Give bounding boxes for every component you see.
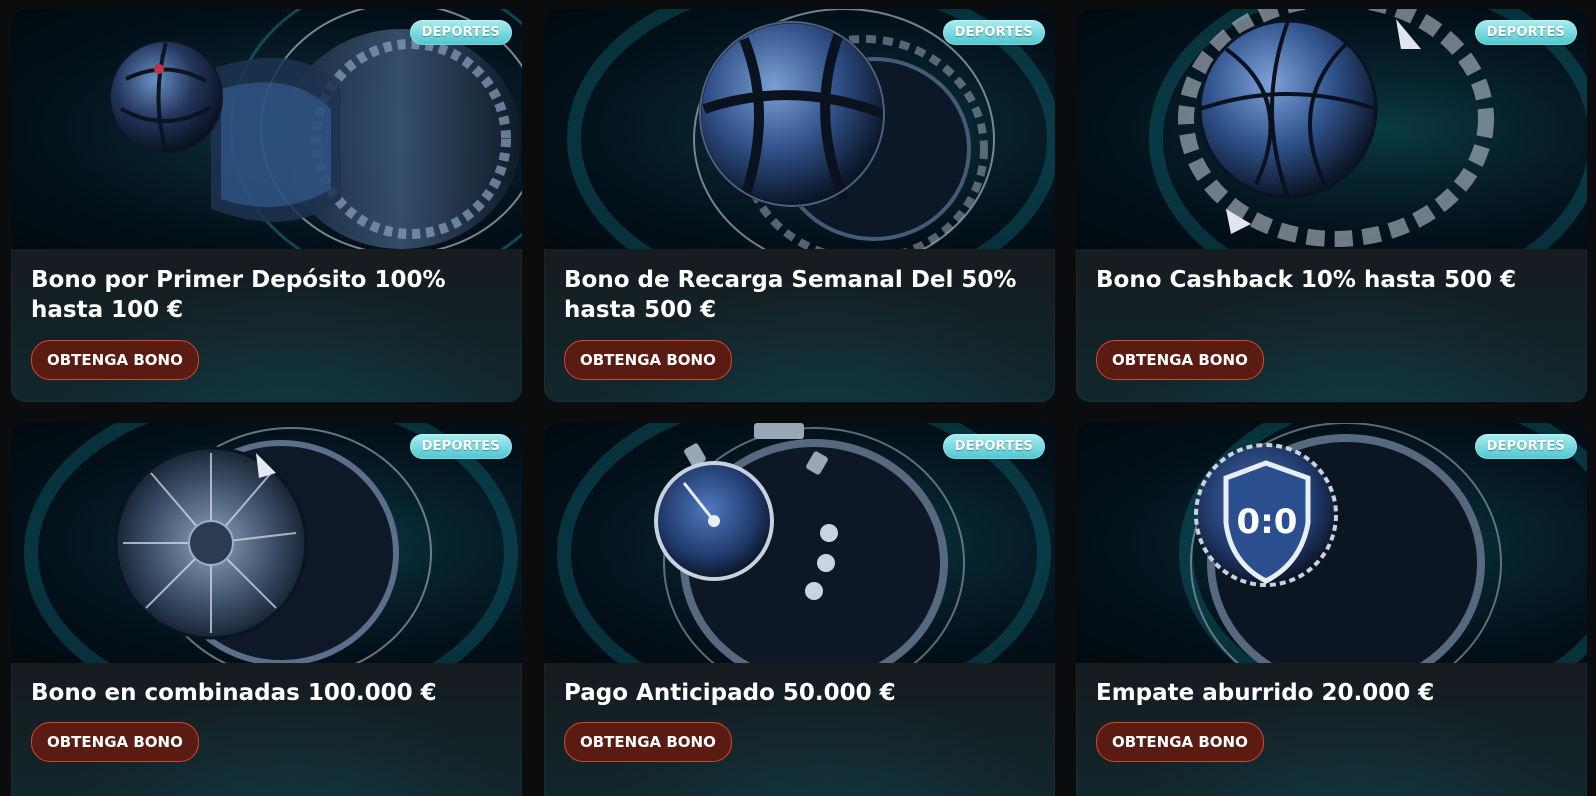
get-bonus-button[interactable]: OBTENGA BONO — [31, 722, 199, 762]
card-body: Bono de Recarga Semanal Del 50% hasta 50… — [544, 249, 1055, 402]
category-badge: DEPORTES — [409, 434, 512, 459]
basketball-icon — [1149, 9, 1587, 249]
bonus-card-boring-draw[interactable]: 0:0 DEPORTES Empate aburrido 20.000 € OB… — [1076, 423, 1587, 796]
bonus-title: Bono Cashback 10% hasta 500 € — [1096, 267, 1517, 293]
bonus-card-combined-bets[interactable]: DEPORTES Bono en combinadas 100.000 € OB… — [11, 423, 522, 796]
bonus-title: Bono de Recarga Semanal Del 50% hasta 50… — [564, 267, 1017, 323]
shield-icon: 0:0 — [1179, 423, 1587, 663]
get-bonus-button[interactable]: OBTENGA BONO — [564, 340, 732, 380]
get-bonus-button[interactable]: OBTENGA BONO — [564, 722, 732, 762]
card-artwork: 0:0 DEPORTES — [1076, 423, 1587, 663]
card-body: Bono en combinadas 100.000 € OBTENGA BON… — [11, 663, 522, 796]
category-badge: DEPORTES — [942, 434, 1045, 459]
card-artwork: DEPORTES — [544, 9, 1055, 249]
soccer-ball-roulette-icon — [109, 9, 522, 249]
card-artwork: DEPORTES — [544, 423, 1055, 663]
card-artwork: DEPORTES — [11, 423, 522, 663]
category-badge: DEPORTES — [1474, 434, 1577, 459]
bonus-card-cashback[interactable]: DEPORTES Bono Cashback 10% hasta 500 € O… — [1076, 9, 1587, 402]
bonus-title: Bono por Primer Depósito 100% hasta 100 … — [31, 267, 446, 323]
get-bonus-button[interactable]: OBTENGA BONO — [31, 340, 199, 380]
card-artwork: DEPORTES — [11, 9, 522, 249]
bonus-title: Empate aburrido 20.000 € — [1096, 680, 1435, 706]
card-body: Pago Anticipado 50.000 € OBTENGA BONO — [544, 663, 1055, 796]
turbine-icon — [24, 423, 518, 663]
bonus-card-weekly-reload[interactable]: DEPORTES Bono de Recarga Semanal Del 50%… — [544, 9, 1055, 402]
card-body: Empate aburrido 20.000 € OBTENGA BONO — [1076, 663, 1587, 796]
bonus-title: Pago Anticipado 50.000 € — [564, 680, 896, 706]
soccer-ball-icon — [567, 9, 1055, 249]
category-badge: DEPORTES — [942, 20, 1045, 45]
card-body: Bono por Primer Depósito 100% hasta 100 … — [11, 249, 522, 402]
shield-score-text: 0:0 — [1237, 502, 1298, 542]
bonus-title: Bono en combinadas 100.000 € — [31, 680, 437, 706]
bonus-card-first-deposit[interactable]: DEPORTES Bono por Primer Depósito 100% h… — [11, 9, 522, 402]
category-badge: DEPORTES — [409, 20, 512, 45]
get-bonus-button[interactable]: OBTENGA BONO — [1096, 340, 1264, 380]
card-body: Bono Cashback 10% hasta 500 € OBTENGA BO… — [1076, 249, 1587, 402]
stopwatch-icon — [557, 423, 1051, 663]
category-badge: DEPORTES — [1474, 20, 1577, 45]
bonus-card-early-payout[interactable]: DEPORTES Pago Anticipado 50.000 € OBTENG… — [544, 423, 1055, 796]
bonus-grid: DEPORTES Bono por Primer Depósito 100% h… — [0, 0, 1596, 796]
get-bonus-button[interactable]: OBTENGA BONO — [1096, 722, 1264, 762]
card-artwork: DEPORTES — [1076, 9, 1587, 249]
